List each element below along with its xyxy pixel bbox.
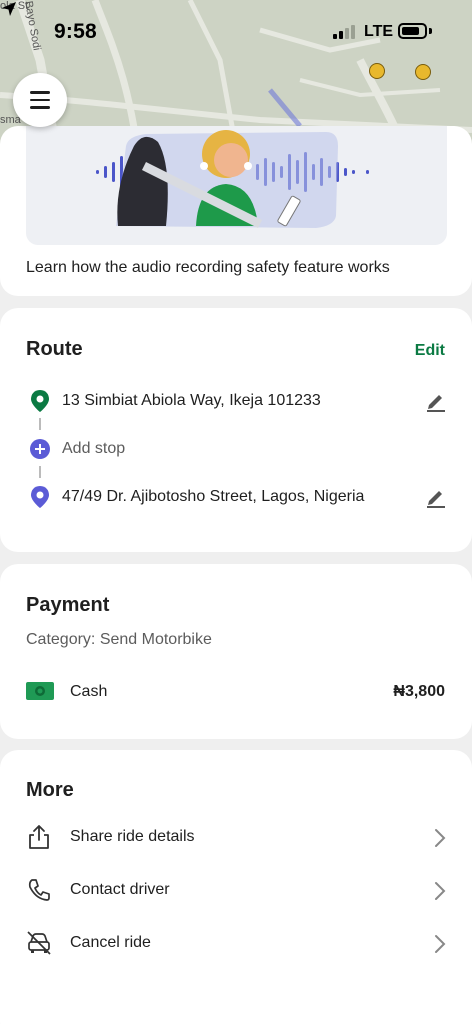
cancel-ride-label: Cancel ride [70,934,151,951]
route-title: Route [26,338,83,360]
cancel-ride-row[interactable]: Cancel ride [26,926,446,962]
edit-pickup-pencil-icon[interactable] [426,390,446,412]
battery-icon [398,23,427,39]
share-icon [29,825,49,849]
destination-stop[interactable]: 47/49 Dr. Ajibotosho Street, Lagos, Nige… [26,482,446,512]
pickup-stop[interactable]: 13 Simbiat Abiola Way, Ikeja 101233 [26,386,446,416]
route-connector [39,466,41,478]
contact-driver-row[interactable]: Contact driver [26,873,446,909]
learn-safety-feature-link[interactable]: Learn how the audio recording safety fea… [26,259,390,277]
edit-route-button[interactable]: Edit [415,342,445,360]
hamburger-icon-bar [30,106,50,109]
route-connector [39,418,41,430]
fare-amount: ₦3,800 [393,683,445,700]
cash-icon [26,682,54,700]
battery-tip [429,28,432,34]
destination-address: 47/49 Dr. Ajibotosho Street, Lagos, Nige… [62,488,365,505]
share-ride-details-label: Share ride details [70,828,195,845]
contact-driver-label: Contact driver [70,881,170,898]
audio-recording-banner[interactable] [26,126,447,245]
bus-stop-icon[interactable] [369,63,385,79]
cancel-car-icon [27,931,51,955]
pickup-pin-icon [31,390,49,412]
route-card: Route Edit 13 Simbiat Abiola Way, Ikeja … [0,308,472,552]
add-stop-label: Add stop [62,440,126,457]
share-ride-details-row[interactable]: Share ride details [26,820,446,856]
ride-category: Category: Send Motorbike [26,631,212,648]
chevron-right-icon [435,882,446,900]
phone-icon [28,879,50,901]
chevron-right-icon [435,935,446,953]
safety-feature-card[interactable]: Learn how the audio recording safety fea… [0,126,472,296]
more-title: More [26,779,74,801]
payment-method[interactable]: Cash [70,683,107,701]
payment-card: Payment Category: Send Motorbike Cash ₦3… [0,564,472,739]
hamburger-icon-bar [30,98,50,102]
add-stop-row[interactable]: Add stop [26,434,446,464]
cellular-signal-icon [333,25,355,39]
chevron-right-icon [435,829,446,847]
bus-stop-icon[interactable] [415,64,431,80]
hamburger-icon-bar [30,91,50,94]
add-stop-plus-icon [30,439,50,459]
menu-button[interactable] [13,73,67,127]
location-arrow-icon [2,2,16,16]
destination-pin-icon [31,486,49,508]
status-bar: 9:58 LTE [0,0,472,62]
status-time: 9:58 [54,20,97,43]
edit-destination-pencil-icon[interactable] [426,486,446,508]
network-type: LTE [364,23,394,40]
more-card: More Share ride details Contact driver C… [0,750,472,1024]
audio-recording-illustration [96,130,369,229]
pickup-address: 13 Simbiat Abiola Way, Ikeja 101233 [62,392,321,409]
payment-title: Payment [26,594,110,616]
